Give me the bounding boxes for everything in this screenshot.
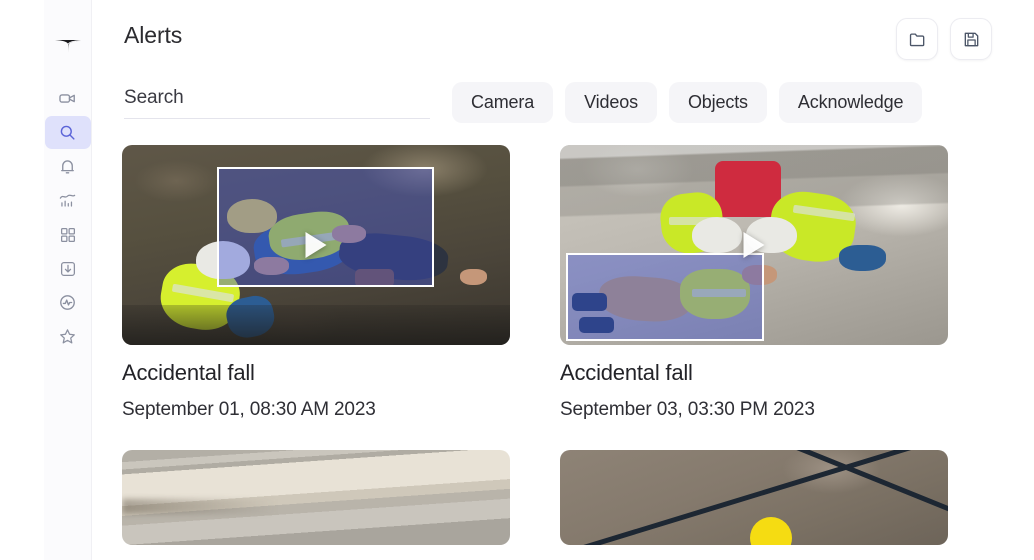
chart-icon <box>58 191 77 210</box>
alert-timestamp: September 01, 08:30 AM 2023 <box>122 398 376 420</box>
filter-chip-objects[interactable]: Objects <box>668 82 767 124</box>
helmet-shape <box>750 516 793 545</box>
alert-grid: Accidental fall September 01, 08:30 AM 2… <box>122 145 992 545</box>
alert-card: Accidental fall September 01, 08:30 AM 2… <box>122 145 510 421</box>
filter-chip-camera[interactable]: Camera <box>452 82 554 124</box>
alert-thumbnail[interactable] <box>560 449 948 545</box>
bell-icon <box>58 157 77 176</box>
alert-thumbnail[interactable] <box>122 449 510 545</box>
search-input[interactable] <box>124 86 430 119</box>
save-button[interactable] <box>950 18 992 60</box>
detection-bounding-box <box>217 167 435 288</box>
search-icon <box>58 123 77 142</box>
page-title: Alerts <box>124 22 183 48</box>
open-folder-button[interactable] <box>896 18 938 60</box>
alert-thumbnail[interactable] <box>560 145 948 346</box>
detection-bounding-box <box>565 253 764 342</box>
filter-chips: Camera Videos Objects Acknowledge <box>452 82 923 124</box>
alert-card <box>560 449 948 545</box>
alert-card: Accidental fall September 03, 03:30 PM 2… <box>560 145 948 421</box>
alert-title: Accidental fall <box>122 360 255 386</box>
folder-icon <box>908 30 927 49</box>
sidebar-item-activity[interactable] <box>45 286 91 319</box>
thumbnail-image <box>560 449 948 545</box>
sidebar-item-cameras[interactable] <box>45 82 91 115</box>
left-gutter <box>0 0 44 560</box>
top-bar: Alerts <box>122 0 992 60</box>
alert-card <box>122 449 510 545</box>
play-icon[interactable] <box>305 232 327 259</box>
alert-title: Accidental fall <box>560 360 693 386</box>
play-icon[interactable] <box>743 232 765 259</box>
thumbnail-image <box>122 449 510 545</box>
sidebar <box>44 0 92 560</box>
save-disk-icon <box>962 30 981 49</box>
filter-chip-videos[interactable]: Videos <box>565 82 657 124</box>
sidebar-item-downloads[interactable] <box>45 252 91 285</box>
filter-bar: Camera Videos Objects Acknowledge <box>122 82 992 124</box>
filter-chip-acknowledge[interactable]: Acknowledge <box>778 82 923 124</box>
download-box-icon <box>59 260 77 278</box>
sidebar-item-alerts[interactable] <box>45 150 91 183</box>
rebar-shape <box>731 449 948 527</box>
sparkle-logo <box>53 26 83 56</box>
sidebar-item-analytics[interactable] <box>45 184 91 217</box>
alert-thumbnail[interactable] <box>122 145 510 346</box>
star-icon <box>58 327 77 346</box>
sidebar-item-favorites[interactable] <box>45 320 91 353</box>
video-camera-icon <box>58 89 77 108</box>
activity-circle-icon <box>58 293 77 312</box>
main-content: Alerts Search Camera Videos Objects Ackn… <box>92 0 1034 560</box>
top-actions <box>896 18 992 60</box>
grid-icon <box>59 226 77 244</box>
alert-timestamp: September 03, 03:30 PM 2023 <box>560 398 815 420</box>
sidebar-item-dashboard[interactable] <box>45 218 91 251</box>
alerts-app: Alerts Search Camera Videos Objects Ackn… <box>0 0 1034 560</box>
sidebar-item-search[interactable] <box>44 116 91 149</box>
search-field-wrapper <box>122 86 430 119</box>
